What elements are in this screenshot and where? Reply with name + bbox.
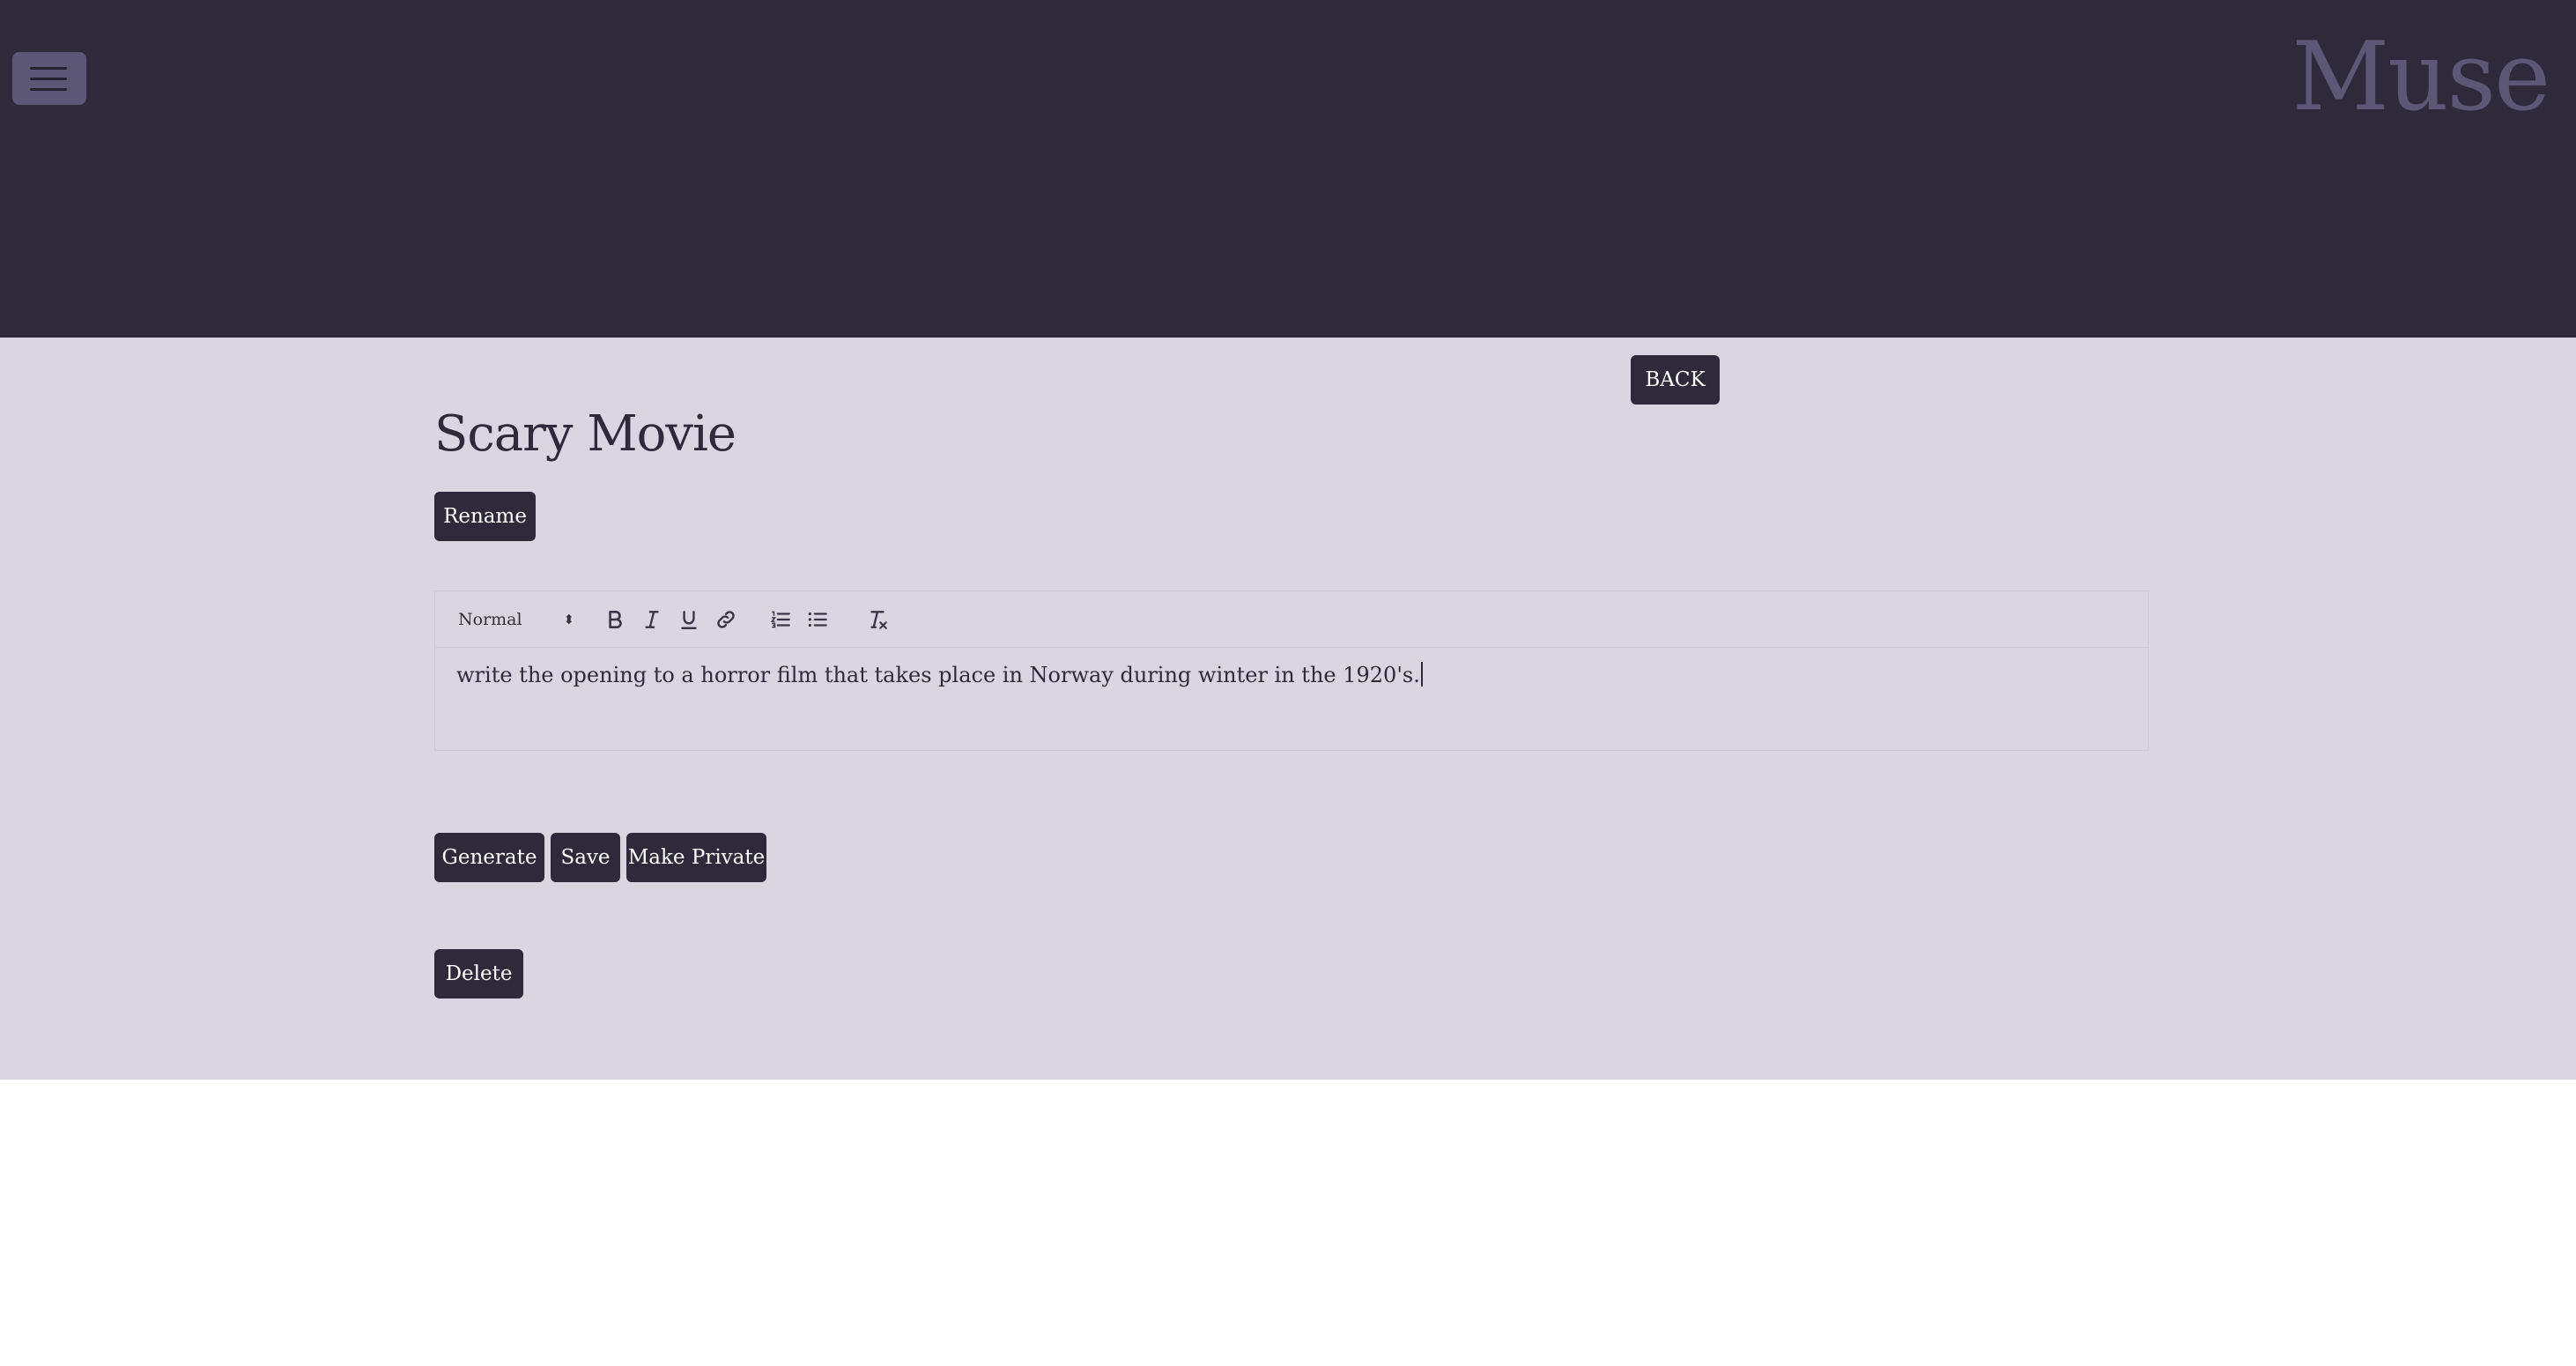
clear-format-icon[interactable]: [863, 605, 892, 634]
link-icon[interactable]: [712, 605, 740, 634]
top-header: Muse: [0, 0, 2576, 338]
page-title: Scary Movie: [434, 405, 737, 463]
editor-toolbar: Normal ⬍: [435, 591, 2148, 648]
delete-button[interactable]: Delete: [434, 949, 523, 999]
format-select[interactable]: Normal ⬍: [458, 605, 574, 634]
editor-content[interactable]: write the opening to a horror film that …: [456, 660, 1423, 690]
brand-logo: Muse: [2291, 22, 2550, 132]
rich-text-editor: Normal ⬍ write the opening to a horror f…: [434, 590, 2149, 751]
editor-text: write the opening to a horror film that …: [456, 663, 1420, 687]
main-content: BACK Scary Movie Rename Normal ⬍ write t…: [0, 338, 2576, 1080]
menu-button[interactable]: [12, 52, 86, 105]
text-caret: [1420, 662, 1423, 687]
bold-icon[interactable]: [601, 605, 629, 634]
select-arrows-icon: ⬍: [563, 612, 574, 627]
back-button[interactable]: BACK: [1631, 355, 1720, 405]
underline-icon[interactable]: [675, 605, 703, 634]
generate-button[interactable]: Generate: [434, 833, 544, 882]
rename-button[interactable]: Rename: [434, 492, 536, 541]
format-select-value: Normal: [458, 610, 522, 629]
bullet-list-icon[interactable]: [803, 605, 832, 634]
italic-icon[interactable]: [638, 605, 666, 634]
make-private-button[interactable]: Make Private: [626, 833, 766, 882]
ordered-list-icon[interactable]: [766, 605, 795, 634]
save-button[interactable]: Save: [551, 833, 620, 882]
